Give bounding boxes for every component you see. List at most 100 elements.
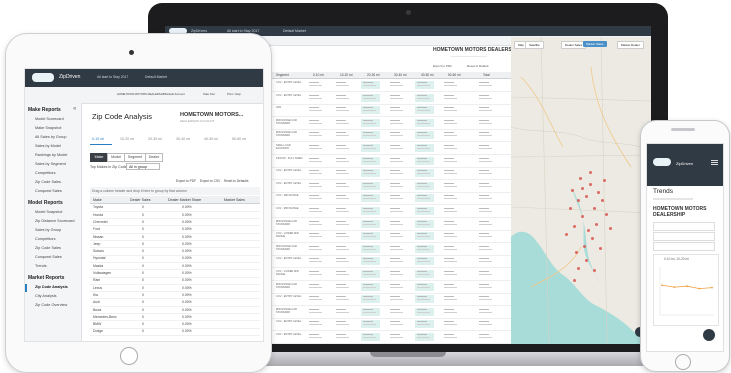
distance-tab[interactable]: 50-60 mi xyxy=(232,137,246,141)
collapse-sidebar-icon[interactable]: « xyxy=(73,106,76,112)
filter-select[interactable]: All in group xyxy=(126,163,160,170)
map-marker[interactable] xyxy=(599,247,602,250)
grid-col-header[interactable]: Market Sales xyxy=(224,198,245,202)
sidebar-item[interactable]: Sales by Segment xyxy=(35,162,66,166)
map-marker[interactable] xyxy=(565,233,568,236)
map-marker[interactable] xyxy=(589,171,592,174)
grid-col-header[interactable]: Dealer Sales xyxy=(130,198,151,202)
reset-default-link[interactable]: Reset to Default xyxy=(467,64,489,68)
col-header[interactable]: 30-40 mi xyxy=(394,73,406,77)
row-cell xyxy=(361,118,380,127)
sidebar-item[interactable]: Rankings by Model xyxy=(35,153,67,157)
segment-model[interactable]: Model xyxy=(107,153,125,162)
sidebar-item[interactable]: Model Scorecard xyxy=(35,117,64,121)
sidebar-item[interactable]: Model Snapshot xyxy=(35,210,62,214)
export-csv-link[interactable]: Export to CSV xyxy=(200,179,220,183)
phone-fab-button[interactable] xyxy=(703,329,715,341)
sidebar-item[interactable]: Trends xyxy=(35,264,47,268)
map-marker[interactable] xyxy=(583,245,586,248)
col-header[interactable]: 10-20 mi xyxy=(340,73,352,77)
grid-col-header[interactable]: Dealer Market Share xyxy=(168,198,201,202)
map-marker[interactable] xyxy=(577,267,580,270)
sidebar-item[interactable]: Make Snapshot xyxy=(35,126,61,130)
map-marker[interactable] xyxy=(581,215,584,218)
map-marker[interactable] xyxy=(589,183,592,186)
menu-icon[interactable] xyxy=(711,160,718,161)
phone-select[interactable] xyxy=(653,242,715,251)
col-header[interactable]: 50-60 mi xyxy=(448,73,460,77)
export-pdf-link[interactable]: Export to PDF xyxy=(176,179,196,183)
map-marker[interactable] xyxy=(577,199,580,202)
map-marker[interactable] xyxy=(609,227,612,230)
grid-row[interactable]: Dodge 0 0.00% xyxy=(90,328,260,336)
sidebar-item[interactable]: City Analysis xyxy=(35,294,57,298)
phone-select[interactable] xyxy=(653,222,715,231)
distance-tab[interactable]: 10-20 mi xyxy=(120,137,134,141)
sidebar-item-zip-code-analysis[interactable]: Zip Code Analysis xyxy=(35,285,68,289)
sidebar-item[interactable]: Zip Code Sales xyxy=(35,246,61,250)
market-sales-button[interactable]: Market Sales xyxy=(583,41,607,47)
col-header[interactable]: 20-30 mi xyxy=(367,73,379,77)
sidebar-item[interactable]: All Sales by Group xyxy=(35,135,66,139)
map-tab-satellite[interactable]: Satellite xyxy=(525,41,544,49)
map-marker[interactable] xyxy=(569,207,572,210)
sales-map[interactable]: Map Satellite Dealer Sales Market Sales … xyxy=(511,37,651,344)
market-select[interactable]: Default Market xyxy=(145,75,167,79)
map-marker[interactable] xyxy=(597,191,600,194)
map-marker[interactable] xyxy=(587,229,590,232)
sidebar-item[interactable]: Sales by Group xyxy=(35,228,61,232)
map-marker[interactable] xyxy=(573,279,576,282)
date-filter[interactable]: All start to Stay 2017 xyxy=(97,75,128,79)
row-cell xyxy=(415,144,434,152)
map-marker[interactable] xyxy=(585,195,588,198)
distance-tab[interactable]: 30-40 mi xyxy=(176,137,190,141)
map-marker[interactable] xyxy=(605,213,608,216)
map-marker[interactable] xyxy=(573,225,576,228)
sidebar-item[interactable]: Zip Distance Scorecard xyxy=(35,219,74,223)
row-cell xyxy=(361,219,380,228)
subbar-account[interactable]: Default Account xyxy=(165,92,185,96)
sidebar-item[interactable]: Competitors xyxy=(35,237,55,241)
segment-segment[interactable]: Segment xyxy=(124,153,146,162)
distance-tab[interactable]: 20-30 mi xyxy=(148,137,162,141)
distance-tab[interactable]: 0-10 mi xyxy=(92,137,104,141)
sidebar-item[interactable]: Sales by Model xyxy=(35,144,61,148)
distance-tab[interactable]: 40-50 mi xyxy=(204,137,218,141)
grid-cell: 0.00% xyxy=(182,249,192,254)
row-cell xyxy=(477,232,496,240)
reset-defaults-link[interactable]: Reset to Defaults xyxy=(224,179,248,183)
col-header[interactable]: Segment xyxy=(276,73,289,77)
col-header[interactable]: Total xyxy=(483,73,490,77)
sidebar-item[interactable]: Conquest Sales xyxy=(35,255,62,259)
sidebar-item[interactable]: Conquest Sales xyxy=(35,189,62,193)
market-dealer-dropdown[interactable]: Market Dealer xyxy=(617,41,644,49)
segment-make[interactable]: Make xyxy=(90,153,108,162)
map-marker[interactable] xyxy=(575,251,578,254)
map-marker[interactable] xyxy=(601,199,604,202)
segment-dealer[interactable]: Dealer xyxy=(145,153,163,162)
sidebar-item[interactable]: Competitors xyxy=(35,171,55,175)
phone-select[interactable] xyxy=(653,232,715,241)
map-marker[interactable] xyxy=(571,189,574,192)
row-cell xyxy=(442,232,461,240)
row-segment: CUV - MID RANGE xyxy=(276,194,299,198)
print-help-link[interactable]: Print / Help xyxy=(227,92,241,96)
map-marker[interactable] xyxy=(579,177,582,180)
subbar-dealer[interactable]: HOMETOWN MOTORS DEALERSHIP xyxy=(117,92,165,96)
sidebar-item[interactable]: Zip Code Overview xyxy=(35,303,67,307)
grid-col-header[interactable]: Make xyxy=(93,198,102,202)
take-tour-link[interactable]: Take Tour xyxy=(203,92,215,96)
col-header[interactable]: 0-10 mi xyxy=(313,73,324,77)
map-marker[interactable] xyxy=(603,179,606,182)
group-drop-zone[interactable]: Drag a column header and drop it here to… xyxy=(90,187,260,195)
export-pdf-link[interactable]: Export to PDF xyxy=(433,64,452,68)
map-marker[interactable] xyxy=(593,207,596,210)
map-marker[interactable] xyxy=(595,223,598,226)
map-marker[interactable] xyxy=(585,259,588,262)
map-marker[interactable] xyxy=(591,237,594,240)
col-header[interactable]: 40-50 mi xyxy=(421,73,433,77)
laptop-market-select[interactable]: Default Market xyxy=(283,29,306,33)
sidebar-item[interactable]: Zip Code Sales xyxy=(35,180,61,184)
map-marker[interactable] xyxy=(593,269,596,272)
map-marker[interactable] xyxy=(581,187,584,190)
